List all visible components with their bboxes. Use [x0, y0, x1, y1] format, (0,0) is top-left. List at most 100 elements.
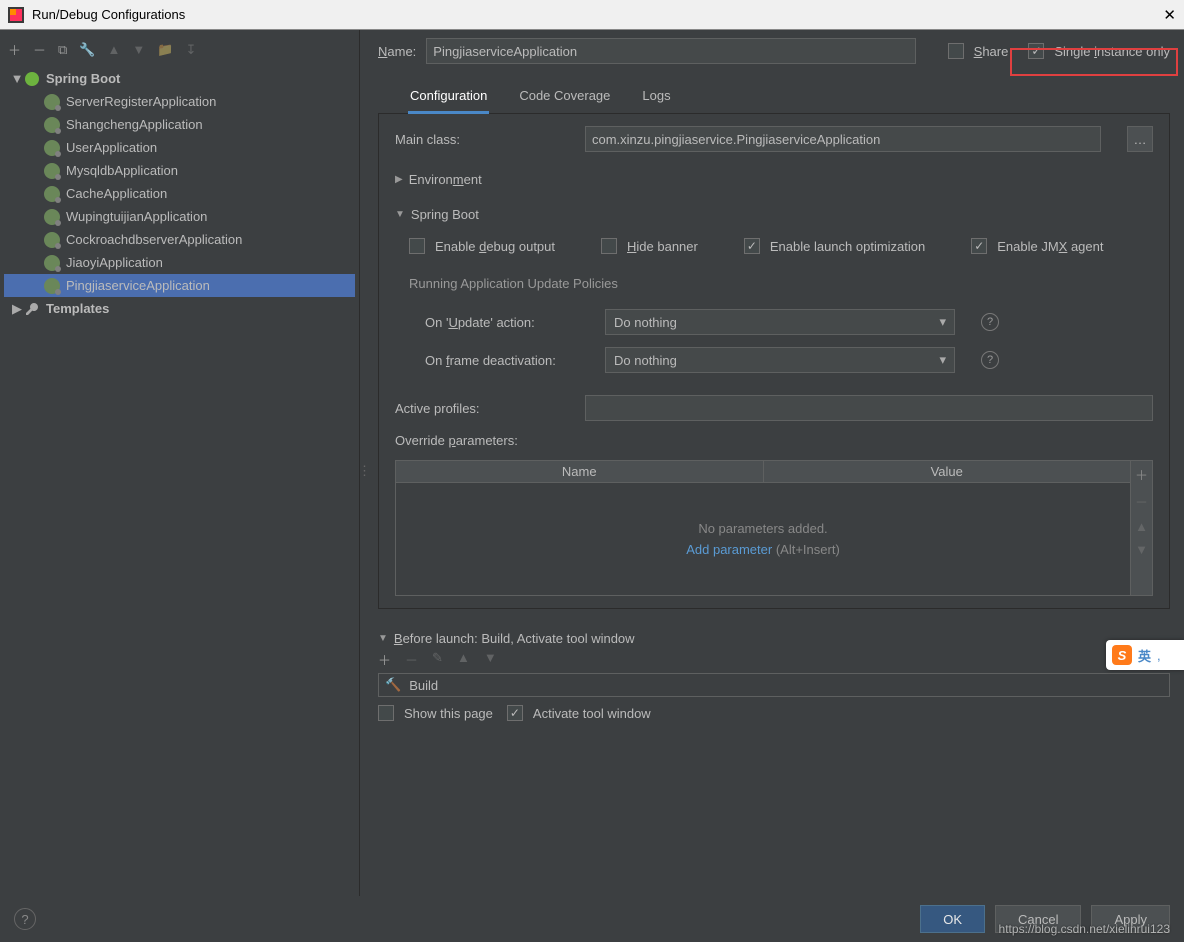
add-parameter-link[interactable]: Add parameter [686, 542, 772, 557]
ime-badge: S 英 , [1106, 640, 1184, 670]
spring-run-icon [44, 278, 60, 294]
tab-code-coverage[interactable]: Code Coverage [517, 80, 612, 113]
enable-debug-checkbox[interactable]: Enable debug output [409, 238, 555, 254]
down-icon[interactable]: ▼ [1135, 542, 1148, 557]
show-this-page-checkbox[interactable]: Show this page [378, 705, 493, 721]
tree-item[interactable]: WupingtuijianApplication [4, 205, 355, 228]
sogou-icon: S [1112, 645, 1132, 665]
override-params-label: Override parameters: [395, 433, 1153, 448]
up-icon[interactable]: ▲ [108, 42, 121, 57]
chevron-down-icon: ▼ [10, 71, 24, 86]
before-launch-toolbar: ＋ － ✎ ▲ ▼ [378, 646, 1170, 673]
tree-item[interactable]: UserApplication [4, 136, 355, 159]
environment-section[interactable]: ▶Environment [395, 172, 1153, 187]
spring-icon [24, 71, 40, 87]
wrench-icon[interactable]: 🔧 [79, 42, 95, 58]
edit-icon[interactable]: ✎ [432, 650, 443, 669]
copy-icon[interactable]: ⧉ [58, 42, 67, 58]
tab-logs[interactable]: Logs [640, 80, 672, 113]
before-launch-section[interactable]: ▼Before launch: Build, Activate tool win… [378, 631, 1170, 646]
chevron-down-icon: ▼ [395, 209, 405, 220]
spring-run-icon [44, 186, 60, 202]
active-profiles-label: Active profiles: [395, 401, 565, 416]
active-profiles-input[interactable] [585, 395, 1153, 421]
params-side-toolbar: ＋ － ▲ ▼ [1130, 461, 1152, 595]
activate-tool-window-checkbox[interactable]: Activate tool window [507, 705, 651, 721]
tree-item[interactable]: CacheApplication [4, 182, 355, 205]
tree-item[interactable]: ServerRegisterApplication [4, 90, 355, 113]
on-frame-select[interactable]: Do nothing▾ [605, 347, 955, 373]
ok-button[interactable]: OK [920, 905, 985, 933]
tree-item[interactable]: CockroachdbserverApplication [4, 228, 355, 251]
add-icon[interactable]: ＋ [378, 650, 391, 669]
tree-item[interactable]: JiaoyiApplication [4, 251, 355, 274]
spring-run-icon [44, 140, 60, 156]
up-icon[interactable]: ▲ [457, 650, 470, 669]
down-icon[interactable]: ▼ [484, 650, 497, 669]
down-icon[interactable]: ▼ [132, 42, 145, 57]
spring-run-icon [44, 117, 60, 133]
tree-item[interactable]: ShangchengApplication [4, 113, 355, 136]
help-icon[interactable]: ? [981, 313, 999, 331]
enable-jmx-checkbox[interactable]: Enable JMX agent [971, 238, 1103, 254]
spring-run-icon [44, 163, 60, 179]
tree-item[interactable]: MysqldbApplication [4, 159, 355, 182]
spring-run-icon [44, 232, 60, 248]
spring-run-icon [44, 209, 60, 225]
springboot-section[interactable]: ▼Spring Boot [395, 207, 1153, 222]
col-value: Value [764, 461, 1131, 482]
tree-templates[interactable]: ▶ Templates [4, 297, 355, 320]
add-icon[interactable]: ＋ [8, 40, 21, 59]
titlebar: Run/Debug Configurations ✕ [0, 0, 1184, 30]
sidebar: ＋ － ⧉ 🔧 ▲ ▼ 📁 ↧ ▼ Spring Boot ServerRegi… [0, 30, 360, 896]
enable-launch-opt-checkbox[interactable]: Enable launch optimization [744, 238, 925, 254]
main-class-label: Main class: [395, 132, 565, 147]
spring-run-icon [44, 94, 60, 110]
main-panel: Name: Share Single instance only Configu… [364, 30, 1184, 896]
before-launch-list[interactable]: 🔨 Build [378, 673, 1170, 697]
remove-icon[interactable]: － [1135, 492, 1148, 511]
remove-icon[interactable]: － [33, 40, 46, 59]
tab-configuration[interactable]: Configuration [408, 80, 489, 114]
params-empty-text: No parameters added. [698, 521, 827, 536]
app-icon [8, 7, 24, 23]
single-instance-checkbox[interactable]: Single instance only [1028, 43, 1170, 59]
add-parameter-hint: (Alt+Insert) [776, 542, 840, 557]
config-tree: ▼ Spring Boot ServerRegisterApplication … [4, 67, 355, 890]
help-icon[interactable]: ? [981, 351, 999, 369]
sidebar-toolbar: ＋ － ⧉ 🔧 ▲ ▼ 📁 ↧ [4, 36, 355, 67]
policies-label: Running Application Update Policies [409, 276, 1153, 291]
share-checkbox[interactable]: Share [948, 43, 1009, 59]
chevron-down-icon: ▾ [939, 352, 946, 368]
spring-run-icon [44, 255, 60, 271]
folder-icon[interactable]: 📁 [157, 42, 173, 58]
hammer-icon: 🔨 [385, 677, 401, 693]
params-table: Name Value No parameters added. Add para… [395, 460, 1153, 596]
main-class-input[interactable] [585, 126, 1101, 152]
add-icon[interactable]: ＋ [1135, 465, 1148, 484]
name-input[interactable] [426, 38, 916, 64]
hide-banner-checkbox[interactable]: Hide banner [601, 238, 698, 254]
chevron-right-icon: ▶ [395, 174, 403, 185]
remove-icon[interactable]: － [405, 650, 418, 669]
chevron-down-icon: ▾ [939, 314, 946, 330]
help-button[interactable]: ? [14, 908, 36, 930]
ime-mode: 英 [1138, 646, 1151, 665]
tree-item-selected[interactable]: PingjiaserviceApplication [4, 274, 355, 297]
wrench-icon [24, 301, 40, 317]
tree-spring-boot[interactable]: ▼ Spring Boot [4, 67, 355, 90]
name-label: Name: [378, 44, 416, 59]
watermark: https://blog.csdn.net/xielinrui123 [999, 922, 1170, 936]
on-update-label: On 'Update' action: [425, 315, 585, 330]
build-item-label: Build [409, 678, 438, 693]
up-icon[interactable]: ▲ [1135, 519, 1148, 534]
tabs: Configuration Code Coverage Logs [378, 80, 1170, 114]
close-icon[interactable]: ✕ [1163, 6, 1176, 24]
chevron-right-icon: ▶ [10, 301, 24, 317]
sort-icon[interactable]: ↧ [185, 42, 196, 58]
on-frame-label: On frame deactivation: [425, 353, 585, 368]
col-name: Name [396, 461, 764, 482]
form-area: Main class: … ▶Environment ▼Spring Boot … [378, 114, 1170, 609]
on-update-select[interactable]: Do nothing▾ [605, 309, 955, 335]
browse-main-class-button[interactable]: … [1127, 126, 1153, 152]
